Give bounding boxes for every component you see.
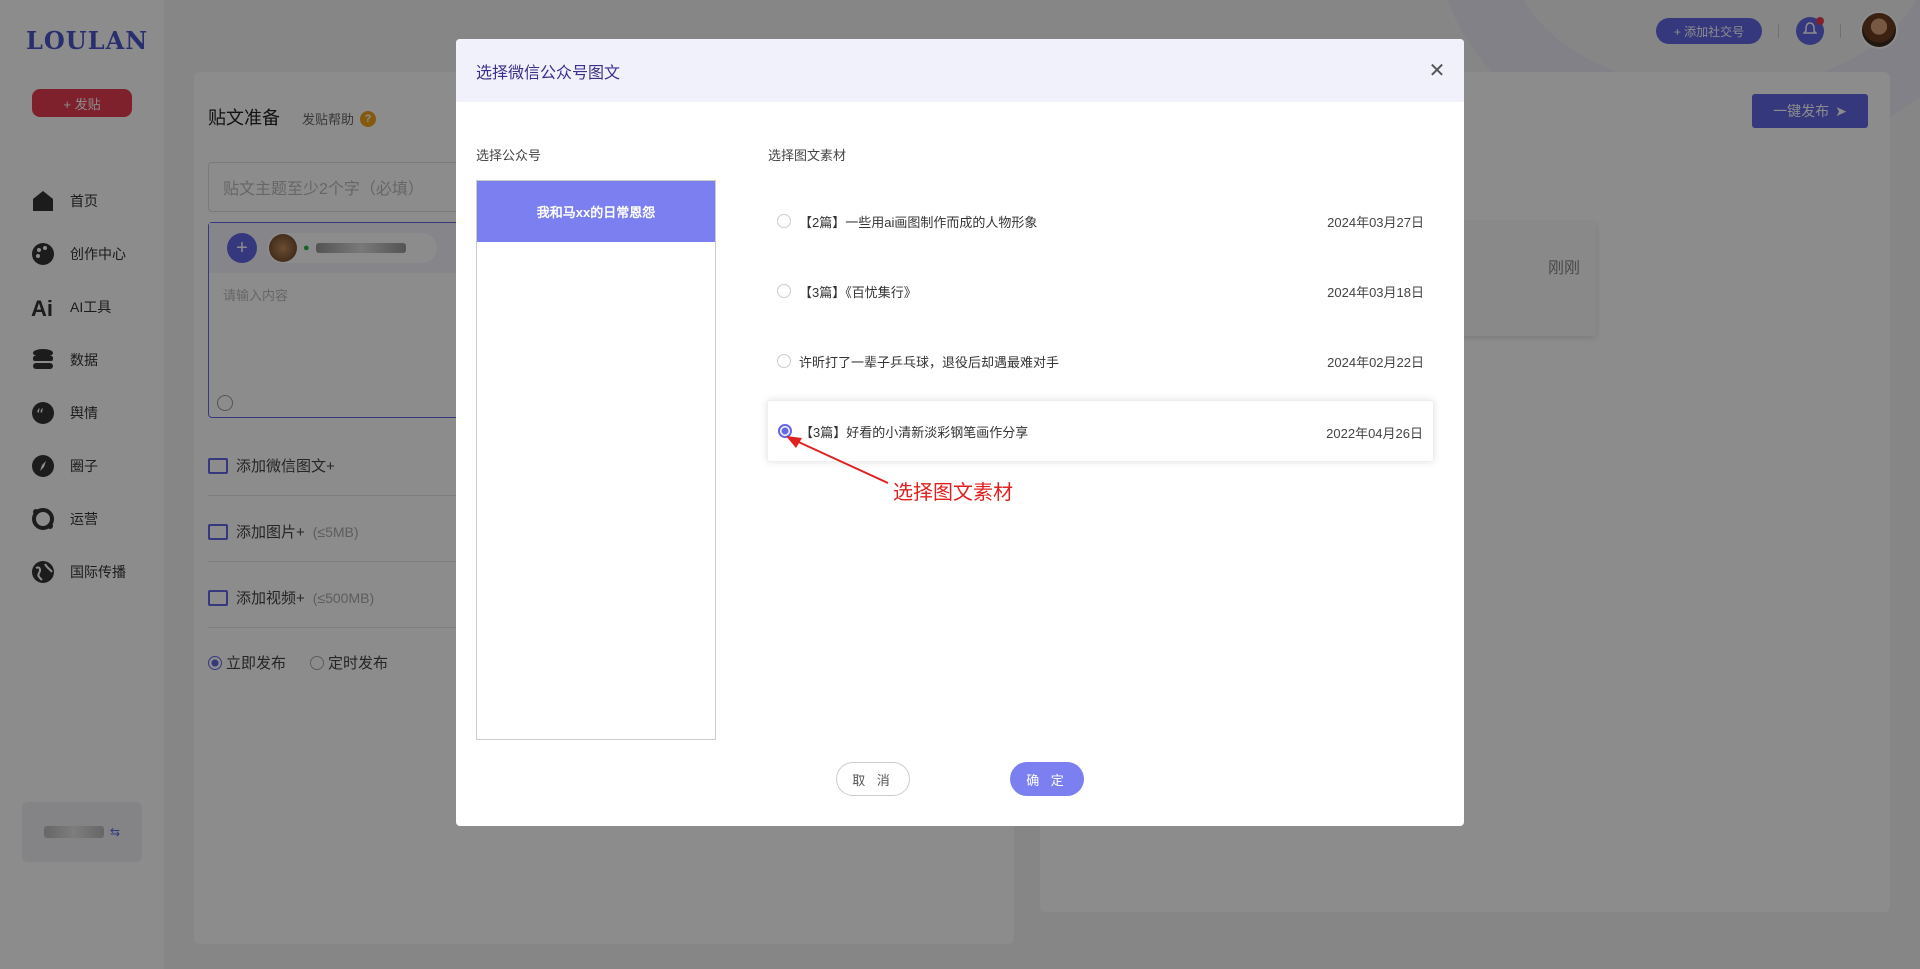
annotation-arrow (786, 436, 889, 484)
cancel-button[interactable]: 取 消 (836, 762, 910, 796)
annotation-label: 选择图文素材 (893, 482, 1013, 504)
select-wechat-article-dialog: 选择微信公众号图文 ✕ 选择公众号 选择图文素材 我和马xx的日常恩怨 【2篇】… (456, 39, 1464, 826)
confirm-button[interactable]: 确 定 (1010, 762, 1084, 796)
